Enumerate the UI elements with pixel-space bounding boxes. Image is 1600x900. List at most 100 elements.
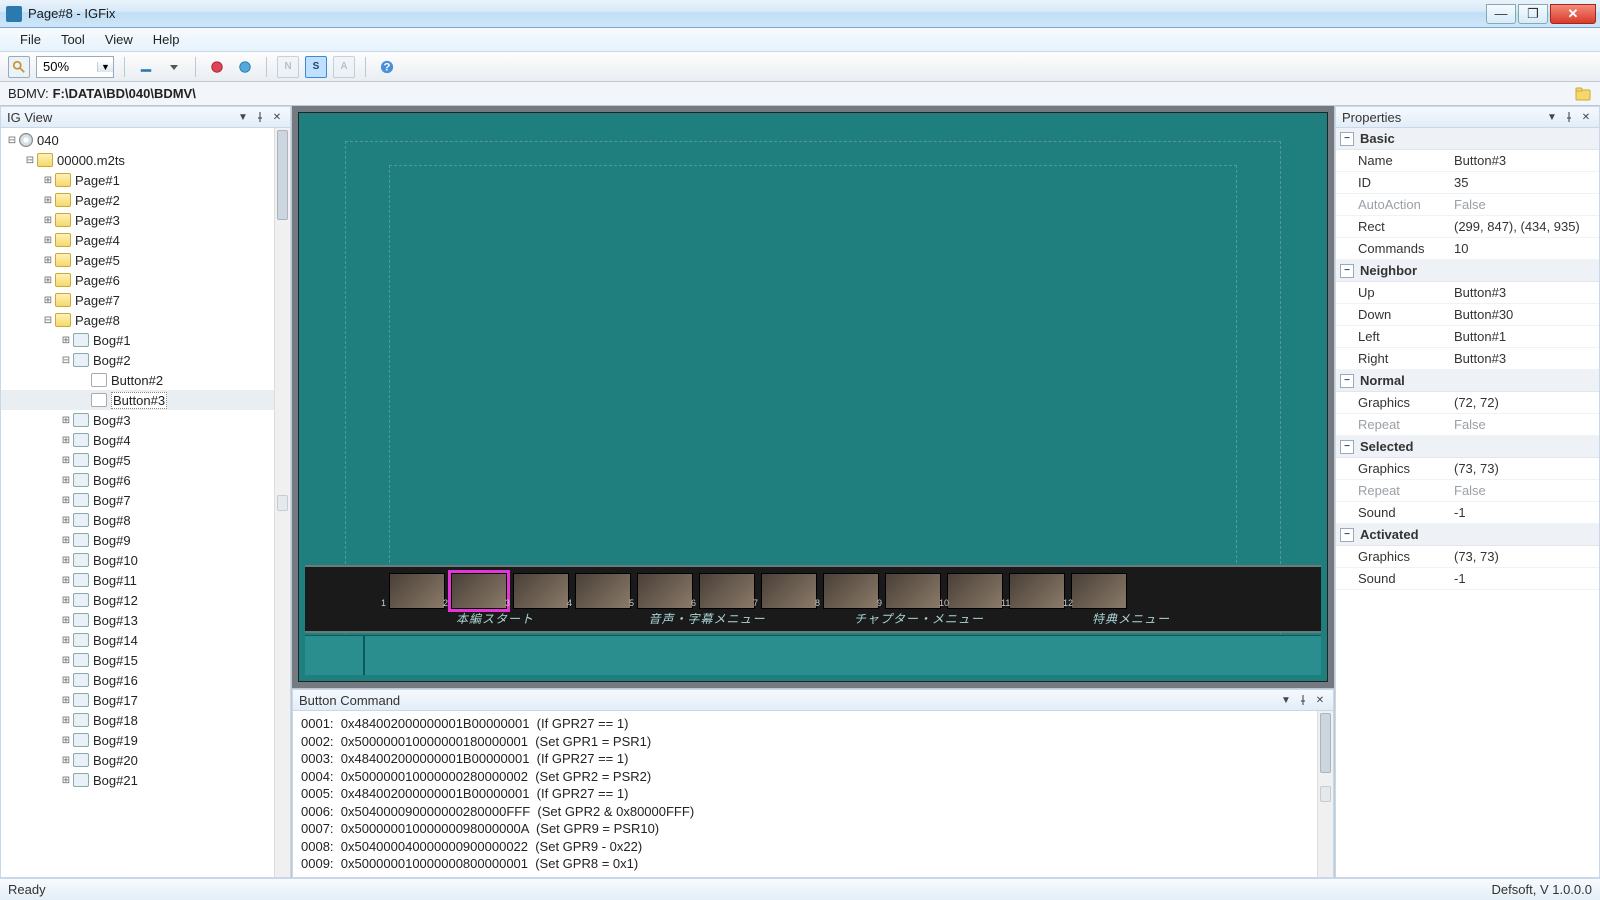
- tree-row[interactable]: ⊞Bog#4: [1, 430, 274, 450]
- menu-label[interactable]: 特典メニュー: [1025, 610, 1237, 627]
- tree-twist-icon[interactable]: ⊞: [59, 555, 73, 566]
- close-button[interactable]: ✕: [1550, 4, 1596, 24]
- tree-row[interactable]: ⊟Page#8: [1, 310, 274, 330]
- panel-pin-icon[interactable]: [253, 110, 267, 124]
- tree-row[interactable]: ⊞Page#3: [1, 210, 274, 230]
- tree-row[interactable]: ⊞Page#2: [1, 190, 274, 210]
- property-row[interactable]: AutoActionFalse: [1336, 194, 1599, 216]
- property-value[interactable]: -1: [1454, 505, 1599, 520]
- property-value[interactable]: 35: [1454, 175, 1599, 190]
- tree-row[interactable]: ⊞Bog#16: [1, 670, 274, 690]
- property-row[interactable]: RepeatFalse: [1336, 414, 1599, 436]
- command-line[interactable]: 0005: 0x484002000000001B00000001 (If GPR…: [301, 785, 1309, 803]
- tree-twist-icon[interactable]: ⊞: [59, 715, 73, 726]
- property-value[interactable]: False: [1454, 417, 1599, 432]
- property-value[interactable]: Button#3: [1454, 351, 1599, 366]
- chapter-thumbnail[interactable]: 7: [761, 573, 817, 609]
- globe-blue-icon[interactable]: [234, 56, 256, 78]
- property-value[interactable]: (73, 73): [1454, 461, 1599, 476]
- tree-twist-icon[interactable]: ⊞: [59, 675, 73, 686]
- tree-twist-icon[interactable]: ⊞: [59, 415, 73, 426]
- cmd-scrollbar[interactable]: [1317, 711, 1333, 877]
- menu-label[interactable]: チャプター・メニュー: [813, 610, 1025, 627]
- property-row[interactable]: RightButton#3: [1336, 348, 1599, 370]
- tree-twist-icon[interactable]: ⊞: [59, 755, 73, 766]
- panel-menu-icon[interactable]: ▼: [236, 110, 250, 124]
- property-value[interactable]: (73, 73): [1454, 549, 1599, 564]
- property-value[interactable]: Button#3: [1454, 285, 1599, 300]
- property-group-header[interactable]: −Selected: [1336, 436, 1599, 458]
- tree-twist-icon[interactable]: ⊞: [59, 475, 73, 486]
- tree-row[interactable]: ⊞Bog#21: [1, 770, 274, 790]
- scrollbar-grip[interactable]: [277, 495, 288, 511]
- tree-row[interactable]: ⊞Bog#15: [1, 650, 274, 670]
- collapse-icon[interactable]: −: [1340, 264, 1354, 278]
- zoom-input[interactable]: [37, 59, 97, 74]
- command-line[interactable]: 0002: 0x500000010000000180000001 (Set GP…: [301, 733, 1309, 751]
- chapter-thumbnail[interactable]: 6: [699, 573, 755, 609]
- tree-twist-icon[interactable]: ⊞: [59, 595, 73, 606]
- tree-twist-icon[interactable]: ⊟: [23, 155, 37, 166]
- tree-row[interactable]: ⊞Bog#6: [1, 470, 274, 490]
- panel-menu-icon[interactable]: ▼: [1279, 693, 1293, 707]
- chapter-thumbnail[interactable]: 2: [451, 573, 507, 609]
- tree-row[interactable]: ⊞Bog#7: [1, 490, 274, 510]
- panel-pin-icon[interactable]: [1296, 693, 1310, 707]
- tree-twist-icon[interactable]: ⊞: [41, 255, 55, 266]
- tree-row[interactable]: ⊞Page#4: [1, 230, 274, 250]
- command-line[interactable]: 0009: 0x500000010000000800000001 (Set GP…: [301, 855, 1309, 873]
- property-row[interactable]: UpButton#3: [1336, 282, 1599, 304]
- chapter-thumbnail[interactable]: 1: [389, 573, 445, 609]
- tree-row[interactable]: Button#3: [1, 390, 274, 410]
- scrollbar-thumb[interactable]: [1320, 713, 1331, 773]
- preview-canvas[interactable]: 123456789101112 本編スタート 音声・字幕メニュー チャプター・メ…: [298, 112, 1328, 682]
- property-row[interactable]: Graphics(72, 72): [1336, 392, 1599, 414]
- panel-menu-icon[interactable]: ▼: [1545, 110, 1559, 124]
- chapter-thumbnail[interactable]: 8: [823, 573, 879, 609]
- tree-row[interactable]: ⊞Bog#11: [1, 570, 274, 590]
- chapter-thumbnail[interactable]: 11: [1009, 573, 1065, 609]
- tree-twist-icon[interactable]: ⊞: [59, 455, 73, 466]
- menu-label[interactable]: 本編スタート: [389, 610, 601, 627]
- zoom-dropdown-icon[interactable]: ▼: [97, 62, 113, 72]
- property-row[interactable]: Graphics(73, 73): [1336, 546, 1599, 568]
- property-group-header[interactable]: −Neighbor: [1336, 260, 1599, 282]
- line-tool-icon[interactable]: [135, 56, 157, 78]
- chapter-thumbnail[interactable]: 4: [575, 573, 631, 609]
- property-row[interactable]: NameButton#3: [1336, 150, 1599, 172]
- tree-twist-icon[interactable]: ⊟: [59, 355, 73, 366]
- zoom-tool-icon[interactable]: [8, 56, 30, 78]
- properties-body[interactable]: −BasicNameButton#3ID35AutoActionFalseRec…: [1335, 128, 1600, 878]
- tree-scrollbar[interactable]: [274, 128, 290, 877]
- tree-twist-icon[interactable]: ⊞: [59, 575, 73, 586]
- tree-row[interactable]: ⊞Bog#5: [1, 450, 274, 470]
- tree-row[interactable]: ⊟Bog#2: [1, 350, 274, 370]
- tree-row[interactable]: ⊞Bog#12: [1, 590, 274, 610]
- tree-twist-icon[interactable]: ⊟: [5, 135, 19, 146]
- property-value[interactable]: False: [1454, 197, 1599, 212]
- chapter-thumbnail[interactable]: 10: [947, 573, 1003, 609]
- tree-row[interactable]: ⊞Page#7: [1, 290, 274, 310]
- tree-twist-icon[interactable]: ⊟: [41, 315, 55, 326]
- tree-row[interactable]: ⊞Bog#17: [1, 690, 274, 710]
- maximize-button[interactable]: ❐: [1518, 4, 1548, 24]
- command-line[interactable]: 0001: 0x484002000000001B00000001 (If GPR…: [301, 715, 1309, 733]
- chapter-thumbnail[interactable]: 9: [885, 573, 941, 609]
- tree-twist-icon[interactable]: ⊞: [59, 335, 73, 346]
- tree-row[interactable]: ⊞Bog#3: [1, 410, 274, 430]
- panel-pin-icon[interactable]: [1562, 110, 1576, 124]
- chapter-thumbnail[interactable]: 12: [1071, 573, 1127, 609]
- tree-row[interactable]: ⊞Bog#19: [1, 730, 274, 750]
- mode-a-icon[interactable]: A: [333, 56, 355, 78]
- tree-twist-icon[interactable]: ⊞: [59, 515, 73, 526]
- folder-action-icon[interactable]: [1574, 85, 1592, 103]
- property-value[interactable]: (299, 847), (434, 935): [1454, 219, 1599, 234]
- tree-twist-icon[interactable]: ⊞: [59, 635, 73, 646]
- tree-row[interactable]: ⊞Bog#13: [1, 610, 274, 630]
- tree-twist-icon[interactable]: ⊞: [41, 195, 55, 206]
- dropdown-icon[interactable]: [163, 56, 185, 78]
- property-row[interactable]: LeftButton#1: [1336, 326, 1599, 348]
- menu-file[interactable]: File: [10, 29, 51, 50]
- tree-row[interactable]: ⊞Bog#9: [1, 530, 274, 550]
- property-value[interactable]: Button#3: [1454, 153, 1599, 168]
